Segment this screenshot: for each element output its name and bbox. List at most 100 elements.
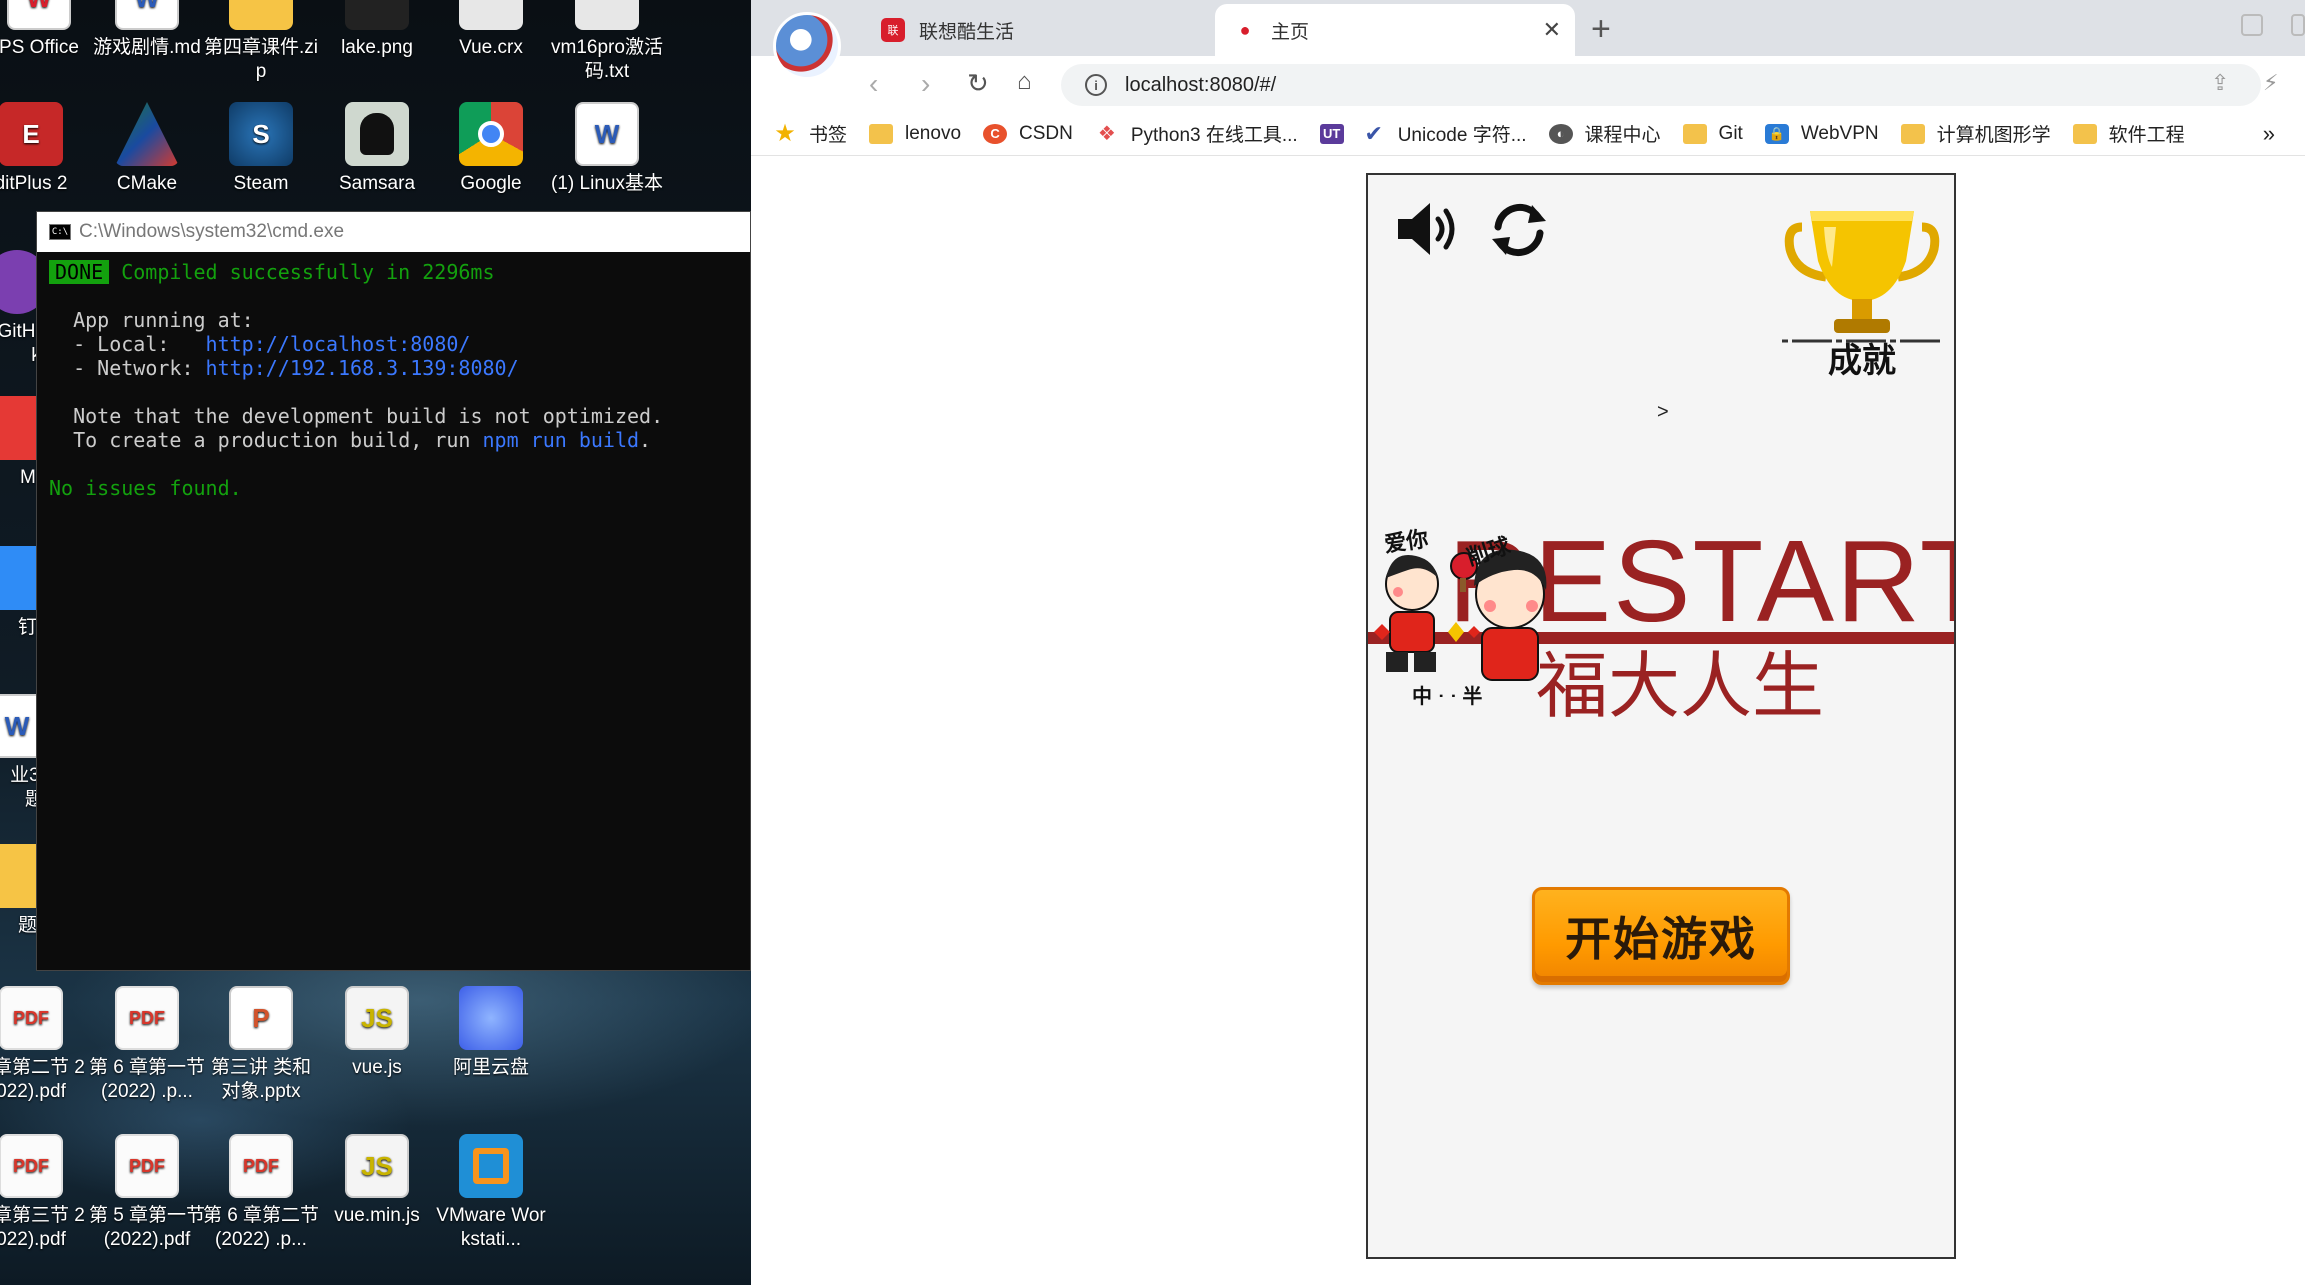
desktop-icon-wps[interactable]: W PS Office (0, 0, 98, 60)
bookmark-item[interactable]: 软件工程 (2072, 120, 2185, 147)
desktop-icon-pdf-5-3[interactable]: PDF 5 章第三节 2022).pdf (0, 1134, 90, 1252)
site-info-icon[interactable]: i (1085, 74, 1107, 96)
aliyun-drive-icon (459, 986, 523, 1050)
reload-icon[interactable]: ↻ (967, 68, 989, 99)
pdf-icon: PDF (0, 1134, 63, 1198)
cube-icon: ❖ (1097, 123, 1116, 145)
bookmark-item[interactable]: ◐ 课程中心 (1548, 120, 1661, 147)
bookmark-label: CSDN (1019, 122, 1073, 144)
cmake-icon (115, 102, 179, 166)
tab-search-icon[interactable] (2241, 14, 2263, 36)
local-url[interactable]: http://localhost:8080/ (206, 332, 471, 356)
address-bar[interactable]: i localhost:8080/#/ (1061, 64, 2261, 106)
desktop-icon-lake[interactable]: lake.png (318, 0, 436, 60)
cmd-titlebar[interactable]: C:\ C:\Windows\system32\cmd.exe (37, 212, 750, 252)
desktop-icon-chrome[interactable]: Google (432, 102, 550, 196)
bookmark-label: 课程中心 (1584, 125, 1661, 146)
csdn-icon: C (983, 123, 1008, 144)
extension-bolt-icon[interactable]: ⚡ (2263, 70, 2278, 96)
desktop-icon-samsara[interactable]: Samsara (318, 102, 436, 196)
folder-icon (869, 123, 894, 144)
desktop-icon-zip[interactable]: 第四章课件.zip (202, 0, 320, 84)
desktop-icon-label: CMake (116, 173, 178, 194)
folder-icon (2072, 123, 2097, 144)
bookmark-label: Python3 在线工具... (1130, 125, 1298, 146)
note-line-1: Note that the development build is not o… (73, 404, 664, 428)
desktop-icon-vuejs[interactable]: JS vue.js (318, 986, 436, 1080)
network-url[interactable]: http://192.168.3.139:8080/ (206, 356, 519, 380)
cmd-window[interactable]: C:\ C:\Windows\system32\cmd.exe DONE Com… (36, 211, 751, 971)
cmd-output[interactable]: DONE Compiled successfully in 2296ms App… (37, 252, 750, 508)
tab-lenovo[interactable]: 联 联想酷生活 (863, 4, 1163, 56)
bookmark-item[interactable]: ✔ Unicode 字符... (1362, 120, 1527, 147)
bookmark-item[interactable]: ❖ Python3 在线工具... (1095, 120, 1298, 147)
image-icon (345, 0, 409, 30)
bookmark-label: 书签 (809, 125, 848, 146)
back-icon[interactable]: ‹ (869, 68, 878, 100)
bookmark-label: 计算机图形学 (1936, 125, 2051, 146)
folder-icon (1900, 123, 1925, 144)
bookmark-item[interactable]: lenovo (869, 123, 961, 145)
desktop-icon-editplus[interactable]: E ditPlus 2 (0, 102, 90, 196)
file-icon (459, 0, 523, 30)
window-menu-icon[interactable] (2291, 14, 2305, 36)
tab-bar: 联 联想酷生活 ● 主页 ✕ + (751, 0, 2305, 80)
word-doc-icon: W (575, 102, 639, 166)
desktop-icon-cmake[interactable]: CMake (88, 102, 206, 196)
vue-favicon-icon: ● (1233, 18, 1257, 42)
bookmark-item[interactable]: 计算机图形学 (1900, 120, 2051, 147)
desktop-icon-label: Vue.crx (459, 37, 523, 58)
bookmarks-more-button[interactable]: » (2263, 121, 2275, 147)
desktop-icon-label: Google (460, 173, 522, 194)
desktop-icon-pdf-6-1[interactable]: PDF 第 6 章第一节 (2022) .p... (88, 986, 206, 1104)
desktop-icon-steam[interactable]: S Steam (202, 102, 320, 196)
desktop-icon-aliyun[interactable]: 阿里云盘 (432, 986, 550, 1080)
done-badge: DONE (49, 260, 110, 284)
bookmark-item[interactable]: C CSDN (983, 123, 1073, 145)
samsara-icon (345, 102, 409, 166)
text-file-icon (575, 0, 639, 30)
pptx-icon: P (229, 986, 293, 1050)
close-icon[interactable]: ✕ (1543, 17, 1561, 43)
desktop-icon-pdf-5-1[interactable]: PDF 第 5 章第一节 (2022).pdf (88, 1134, 206, 1252)
profile-avatar[interactable] (773, 12, 841, 80)
desktop-icon-label: vm16pro激活码.txt (551, 37, 663, 82)
bookmarks-bar: ★ 书签 lenovo C CSDN ❖ Python3 在线工具... UT ✔ Un… (751, 112, 2305, 156)
desktop-icon-label: (1) Linux基本 (551, 173, 663, 194)
bookmark-item[interactable]: 🔒 WebVPN (1764, 123, 1879, 145)
home-icon[interactable]: ⌂ (1017, 68, 1032, 96)
desktop-icon-pdf-5-2[interactable]: PDF 5 章第二节 2022).pdf (0, 986, 90, 1104)
wps-icon: W (7, 0, 71, 30)
share-icon[interactable]: ⇪ (2211, 70, 2229, 96)
desktop-icon-pptx[interactable]: P 第三讲 类和对象.pptx (202, 986, 320, 1104)
speaker-icon[interactable] (1394, 199, 1460, 259)
desktop-icon-label: Samsara (338, 173, 416, 194)
desktop-icon-txt[interactable]: vm16pro激活码.txt (548, 0, 666, 84)
bookmark-item[interactable]: UT (1319, 123, 1356, 144)
desktop-icon-vmware[interactable]: VMware Workstati... (432, 1134, 550, 1252)
page-viewport: 成就 > RESTART 福大人生 爱你 削球 中ᐧᐧ半 开始游戏 (751, 156, 2305, 1285)
desktop-icon-label: vue.min.js (334, 1205, 420, 1226)
note-line-2b: . (639, 428, 652, 452)
address-url: localhost:8080/#/ (1125, 73, 1277, 96)
desktop-icon-vueminjs[interactable]: JS vue.min.js (318, 1134, 436, 1228)
desktop-icon-label: 第 5 章第一节 (2022).pdf (88, 1205, 206, 1250)
mascot-caption-1: 爱你 (1382, 526, 1430, 557)
desktop-icon-linux-doc[interactable]: W (1) Linux基本 (548, 102, 666, 196)
start-game-button[interactable]: 开始游戏 (1532, 887, 1790, 985)
forward-icon[interactable]: › (921, 68, 930, 100)
desktop-icon-pdf-6-2[interactable]: PDF 第 6 章第二节 (2022) .p... (202, 1134, 320, 1252)
achievement-label[interactable]: 成就 (1812, 333, 1912, 382)
refresh-icon[interactable] (1486, 197, 1552, 263)
compiled-message: Compiled successfully in 2296ms (121, 260, 495, 284)
bookmark-item[interactable]: ★ 书签 (773, 120, 847, 147)
new-tab-button[interactable]: + (1591, 10, 1611, 49)
tab-home[interactable]: ● 主页 ✕ (1215, 4, 1575, 56)
cmd-title: C:\Windows\system32\cmd.exe (79, 221, 345, 242)
desktop-icon-md[interactable]: W 游戏剧情.md (88, 0, 206, 60)
trophy-icon[interactable] (1782, 197, 1942, 347)
bookmark-item[interactable]: Git (1682, 123, 1743, 145)
bookmark-label: Unicode 字符... (1397, 125, 1527, 146)
desktop-icon-crx[interactable]: Vue.crx (432, 0, 550, 60)
pdf-icon: PDF (115, 1134, 179, 1198)
